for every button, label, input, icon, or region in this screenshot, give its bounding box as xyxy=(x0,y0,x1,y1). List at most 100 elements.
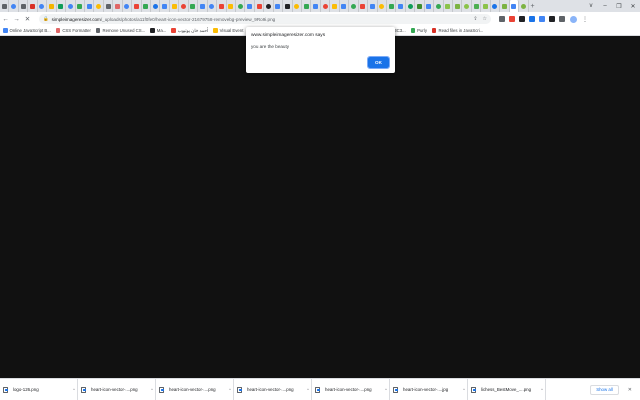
browser-tab[interactable] xyxy=(38,0,48,12)
download-item[interactable]: heart-icon-vector-....png ^ xyxy=(234,378,312,400)
close-window-icon[interactable]: ✕ xyxy=(626,3,640,10)
browser-tab[interactable] xyxy=(481,0,491,12)
bookmark-item[interactable]: Remove Unused CS... xyxy=(95,28,145,33)
download-item[interactable]: heart-icon-vector-....jpg ^ xyxy=(390,378,468,400)
browser-tab[interactable] xyxy=(378,0,387,12)
bookmark-item[interactable]: Read files in JavaScri... xyxy=(431,28,483,33)
download-item[interactable]: lichess_BestMove_....png ^ xyxy=(468,378,546,400)
extension-icon[interactable] xyxy=(509,16,515,22)
new-tab-button[interactable]: + xyxy=(529,0,537,12)
extension-icon[interactable] xyxy=(549,16,555,22)
browser-tab[interactable] xyxy=(349,0,359,12)
download-menu-icon[interactable]: ^ xyxy=(73,387,75,392)
browser-tab[interactable] xyxy=(85,0,95,12)
browser-tab[interactable] xyxy=(66,0,76,12)
address-bar[interactable]: 🔒 simpleimageresizer.com /_uploads/photo… xyxy=(39,14,491,24)
bookmark-item[interactable]: CSS Formatter xyxy=(55,28,91,33)
browser-tab[interactable] xyxy=(0,0,10,12)
browser-tab[interactable] xyxy=(425,0,435,12)
back-icon[interactable]: ← xyxy=(0,12,11,26)
download-menu-icon[interactable]: ^ xyxy=(385,387,387,392)
browser-tab[interactable] xyxy=(113,0,123,12)
show-all-button[interactable]: Show all xyxy=(590,384,619,395)
browser-tab[interactable] xyxy=(9,0,19,12)
browser-tab[interactable] xyxy=(491,0,501,12)
close-shelf-icon[interactable]: ✕ xyxy=(628,387,632,393)
browser-tab[interactable] xyxy=(28,0,38,12)
browser-tab[interactable] xyxy=(453,0,463,12)
browser-tab[interactable] xyxy=(283,0,293,12)
bookmark-item[interactable]: Visual Event xyxy=(213,28,243,33)
browser-tab[interactable] xyxy=(396,0,406,12)
browser-tab[interactable] xyxy=(123,0,133,12)
extension-icon[interactable] xyxy=(529,16,535,22)
browser-tab[interactable] xyxy=(170,0,180,12)
download-menu-icon[interactable]: ^ xyxy=(463,387,465,392)
bookmark-item[interactable]: أحمد خان يوتيوب xyxy=(171,28,208,34)
minimize-icon[interactable]: – xyxy=(598,3,612,9)
browser-tab[interactable] xyxy=(472,0,482,12)
browser-tab[interactable] xyxy=(198,0,208,12)
lock-icon[interactable]: 🔒 xyxy=(43,16,49,22)
browser-tab[interactable] xyxy=(179,0,189,12)
stop-loading-icon[interactable]: ✕ xyxy=(22,12,33,26)
extension-icon[interactable] xyxy=(539,16,545,22)
browser-tab[interactable] xyxy=(189,0,199,12)
download-menu-icon[interactable]: ^ xyxy=(541,387,543,392)
browser-tab[interactable] xyxy=(236,0,246,12)
browser-tab[interactable] xyxy=(368,0,378,12)
browser-tab[interactable] xyxy=(302,0,312,12)
bookmark-item[interactable]: Purly xyxy=(410,28,427,33)
extension-icon[interactable] xyxy=(499,16,505,22)
browser-tab[interactable] xyxy=(47,0,57,12)
browser-tab[interactable] xyxy=(94,0,104,12)
browser-tab[interactable] xyxy=(217,0,227,12)
browser-tab[interactable] xyxy=(208,0,218,12)
bookmark-star-icon[interactable]: ☆ xyxy=(483,16,487,22)
bookmark-item[interactable]: Online JavaScript B... xyxy=(3,28,51,33)
browser-tab[interactable] xyxy=(500,0,510,12)
browser-tab[interactable] xyxy=(255,0,265,12)
restore-icon[interactable]: ❐ xyxy=(612,3,626,10)
browser-tab[interactable] xyxy=(160,0,170,12)
extension-icon[interactable] xyxy=(519,16,525,22)
ok-button[interactable]: OK xyxy=(366,55,391,70)
browser-tab[interactable] xyxy=(293,0,302,12)
browser-tab[interactable] xyxy=(311,0,321,12)
browser-tab[interactable] xyxy=(340,0,350,12)
browser-tab[interactable] xyxy=(406,0,416,12)
browser-tab[interactable] xyxy=(132,0,142,12)
browser-tab[interactable] xyxy=(19,0,29,12)
browser-tab[interactable] xyxy=(245,0,255,12)
share-icon[interactable]: ⇪ xyxy=(473,16,477,22)
forward-icon[interactable]: → xyxy=(11,12,22,26)
download-menu-icon[interactable]: ^ xyxy=(229,387,231,392)
browser-tab[interactable] xyxy=(330,0,340,12)
browser-tab[interactable] xyxy=(359,0,369,12)
browser-tab[interactable] xyxy=(274,0,284,12)
browser-tab[interactable] xyxy=(57,0,67,12)
bookmark-item[interactable]: Ma... xyxy=(150,28,166,33)
download-item[interactable]: heart-icon-vector-....png ^ xyxy=(156,378,234,400)
download-item[interactable]: logo-126.png ^ xyxy=(0,378,78,400)
browser-tab[interactable] xyxy=(387,0,397,12)
browser-tab[interactable] xyxy=(76,0,85,12)
browser-tab[interactable] xyxy=(444,0,453,12)
tab-search-icon[interactable]: v xyxy=(584,3,598,9)
browser-tab[interactable] xyxy=(519,0,529,12)
download-item[interactable]: heart-icon-vector-....png ^ xyxy=(312,378,390,400)
browser-tab[interactable] xyxy=(434,0,444,12)
browser-tab[interactable] xyxy=(321,0,331,12)
browser-tab[interactable] xyxy=(462,0,472,12)
profile-avatar[interactable] xyxy=(570,15,577,23)
download-menu-icon[interactable]: ^ xyxy=(151,387,153,392)
browser-tab[interactable] xyxy=(264,0,274,12)
download-item[interactable]: heart-icon-vector-....png ^ xyxy=(78,378,156,400)
download-menu-icon[interactable]: ^ xyxy=(307,387,309,392)
browser-tab[interactable] xyxy=(509,0,520,12)
browser-tab[interactable] xyxy=(104,0,114,12)
browser-tab[interactable] xyxy=(415,0,425,12)
browser-tab[interactable] xyxy=(151,0,161,12)
browser-tab[interactable] xyxy=(227,0,236,12)
extension-icon[interactable] xyxy=(559,16,565,22)
